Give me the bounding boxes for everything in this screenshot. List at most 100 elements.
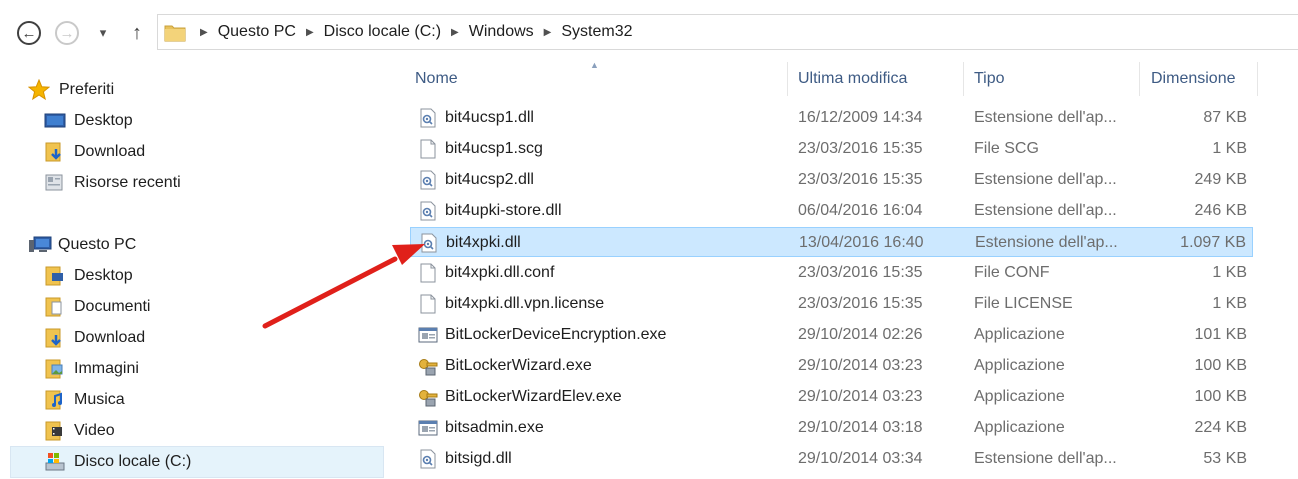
chevron-down-icon: ▾	[99, 25, 107, 40]
file-type: Estensione dell'ap...	[975, 234, 1118, 251]
file-type: Applicazione	[974, 388, 1065, 405]
nav-item-label: Desktop	[74, 112, 133, 129]
column-header-size[interactable]: Dimensione	[1151, 62, 1235, 96]
nav-item-videos[interactable]: Video	[44, 416, 115, 446]
nav-item-download[interactable]: Download	[44, 323, 145, 353]
file-row[interactable]: BitLockerWizardElev.exe 29/10/2014 03:23 A…	[410, 382, 1253, 412]
file-row[interactable]: bit4upki-store.dll 06/04/2016 16:04 Estens…	[410, 196, 1253, 226]
documents-folder-icon	[45, 297, 62, 317]
file-row[interactable]: bit4ucsp1.dll 16/12/2009 14:34 Estensione …	[410, 103, 1253, 133]
file-size: 246 KB	[1194, 202, 1247, 219]
nav-item-label: Video	[74, 422, 115, 439]
file-size: 87 KB	[1203, 109, 1247, 126]
nav-item-label: Immagini	[74, 360, 139, 377]
file-type: Estensione dell'ap...	[974, 202, 1117, 219]
drive-icon	[45, 453, 65, 471]
file-row[interactable]: bit4xpki.dll 13/04/2016 16:40 Estensione d…	[410, 227, 1253, 257]
nav-item-label: Disco locale (C:)	[74, 453, 192, 470]
folder-icon	[164, 25, 186, 42]
pictures-folder-icon	[45, 359, 63, 379]
column-header-type-label: Tipo	[974, 70, 1005, 87]
back-button[interactable]: ←	[14, 18, 44, 48]
videos-folder-icon	[45, 421, 62, 441]
file-name: bit4xpki.dll	[446, 234, 521, 251]
chevron-right-icon[interactable]: ▶	[538, 27, 558, 38]
breadcrumb-item-windows[interactable]: Windows	[465, 23, 538, 41]
file-modified: 23/03/2016 15:35	[798, 264, 923, 281]
file-type: Estensione dell'ap...	[974, 109, 1117, 126]
column-divider[interactable]	[1139, 62, 1140, 96]
file-name: BitLockerWizardElev.exe	[445, 388, 622, 405]
file-name: bitsigd.dll	[445, 450, 512, 467]
nav-item-desktop[interactable]: Desktop	[44, 261, 133, 291]
file-row[interactable]: bit4xpki.dll.vpn.license 23/03/2016 15:35…	[410, 289, 1253, 319]
nav-this-pc[interactable]: Questo PC	[28, 230, 136, 260]
column-header-name[interactable]: Nome	[415, 62, 458, 96]
nav-item-label: Download	[74, 329, 146, 346]
nav-item-desktop-fav[interactable]: Desktop	[44, 106, 133, 136]
file-name: bit4ucsp1.scg	[445, 140, 543, 157]
file-type: Applicazione	[974, 357, 1065, 374]
forward-arrow-icon: →	[55, 21, 79, 45]
file-name: bit4ucsp1.dll	[445, 109, 534, 126]
chevron-right-icon[interactable]: ▶	[300, 27, 320, 38]
breadcrumb-item-questo-pc[interactable]: Questo PC	[214, 23, 300, 41]
nav-item-local-disk[interactable]: Disco locale (C:)	[10, 446, 384, 478]
file-row[interactable]: BitLockerWizard.exe 29/10/2014 03:23 Appli…	[410, 351, 1253, 381]
file-name: bit4xpki.dll.vpn.license	[445, 295, 605, 312]
file-modified: 29/10/2014 02:26	[798, 326, 923, 343]
nav-this-pc-label: Questo PC	[58, 236, 137, 253]
recent-locations-button[interactable]: ▾	[92, 18, 114, 48]
file-row[interactable]: bit4xpki.dll.conf 23/03/2016 15:35 File CO…	[410, 258, 1253, 288]
file-size: 100 KB	[1194, 388, 1247, 405]
desktop-icon	[44, 113, 66, 128]
file-modified: 16/12/2009 14:34	[798, 109, 923, 126]
file-type: File CONF	[974, 264, 1050, 281]
breadcrumb[interactable]: ▶ Questo PC ▶ Disco locale (C:) ▶ Window…	[157, 14, 1298, 50]
column-divider[interactable]	[963, 62, 964, 96]
file-size: 1 KB	[1212, 295, 1247, 312]
file-row[interactable]: bit4ucsp1.scg 23/03/2016 15:35 File SCG 1 K…	[410, 134, 1253, 164]
column-header-type[interactable]: Tipo	[974, 62, 1005, 96]
column-divider[interactable]	[787, 62, 788, 96]
file-type: File LICENSE	[974, 295, 1073, 312]
sort-ascending-icon: ▲	[590, 60, 599, 70]
file-modified: 29/10/2014 03:18	[798, 419, 923, 436]
file-modified: 13/04/2016 16:40	[799, 234, 924, 251]
file-size: 100 KB	[1194, 357, 1247, 374]
file-name: bitsadmin.exe	[445, 419, 544, 436]
nav-favorites[interactable]: Preferiti	[28, 75, 114, 105]
recent-places-icon	[45, 174, 63, 191]
file-name: BitLockerDeviceEncryption.exe	[445, 326, 667, 343]
nav-item-pictures[interactable]: Immagini	[44, 354, 139, 384]
forward-button[interactable]: →	[52, 18, 82, 48]
back-arrow-icon: ←	[17, 21, 41, 45]
nav-item-download-fav[interactable]: Download	[44, 137, 145, 167]
file-row[interactable]: bit4ucsp2.dll 23/03/2016 15:35 Estensione …	[410, 165, 1253, 195]
up-button[interactable]: ↑	[124, 18, 150, 48]
computer-icon	[29, 236, 52, 252]
nav-item-recent[interactable]: Risorse recenti	[44, 168, 181, 198]
breadcrumb-item-system32[interactable]: System32	[557, 23, 636, 41]
column-header-name-label: Nome	[415, 70, 458, 87]
file-row[interactable]: bitsadmin.exe 29/10/2014 03:18 Applicazion…	[410, 413, 1253, 443]
file-row[interactable]: BitLockerDeviceEncryption.exe 29/10/2014 …	[410, 320, 1253, 350]
file-row[interactable]: bitsigd.dll 29/10/2014 03:34 Estensione de…	[410, 444, 1253, 474]
nav-item-documents[interactable]: Documenti	[44, 292, 150, 322]
star-icon	[28, 79, 50, 101]
file-size: 1 KB	[1212, 264, 1247, 281]
download-folder-icon	[45, 328, 61, 348]
download-folder-icon	[45, 142, 61, 162]
nav-item-label: Risorse recenti	[74, 174, 181, 191]
chevron-right-icon[interactable]: ▶	[445, 27, 465, 38]
breadcrumb-item-disco-locale[interactable]: Disco locale (C:)	[320, 23, 445, 41]
column-header-modified[interactable]: Ultima modifica	[798, 62, 907, 96]
file-modified: 23/03/2016 15:35	[798, 140, 923, 157]
column-divider[interactable]	[1257, 62, 1258, 96]
file-name: bit4xpki.dll.conf	[445, 264, 555, 281]
file-type: Applicazione	[974, 419, 1065, 436]
file-name: bit4ucsp2.dll	[445, 171, 534, 188]
nav-item-music[interactable]: Musica	[44, 385, 125, 415]
nav-item-label: Desktop	[74, 267, 133, 284]
file-type: File SCG	[974, 140, 1039, 157]
